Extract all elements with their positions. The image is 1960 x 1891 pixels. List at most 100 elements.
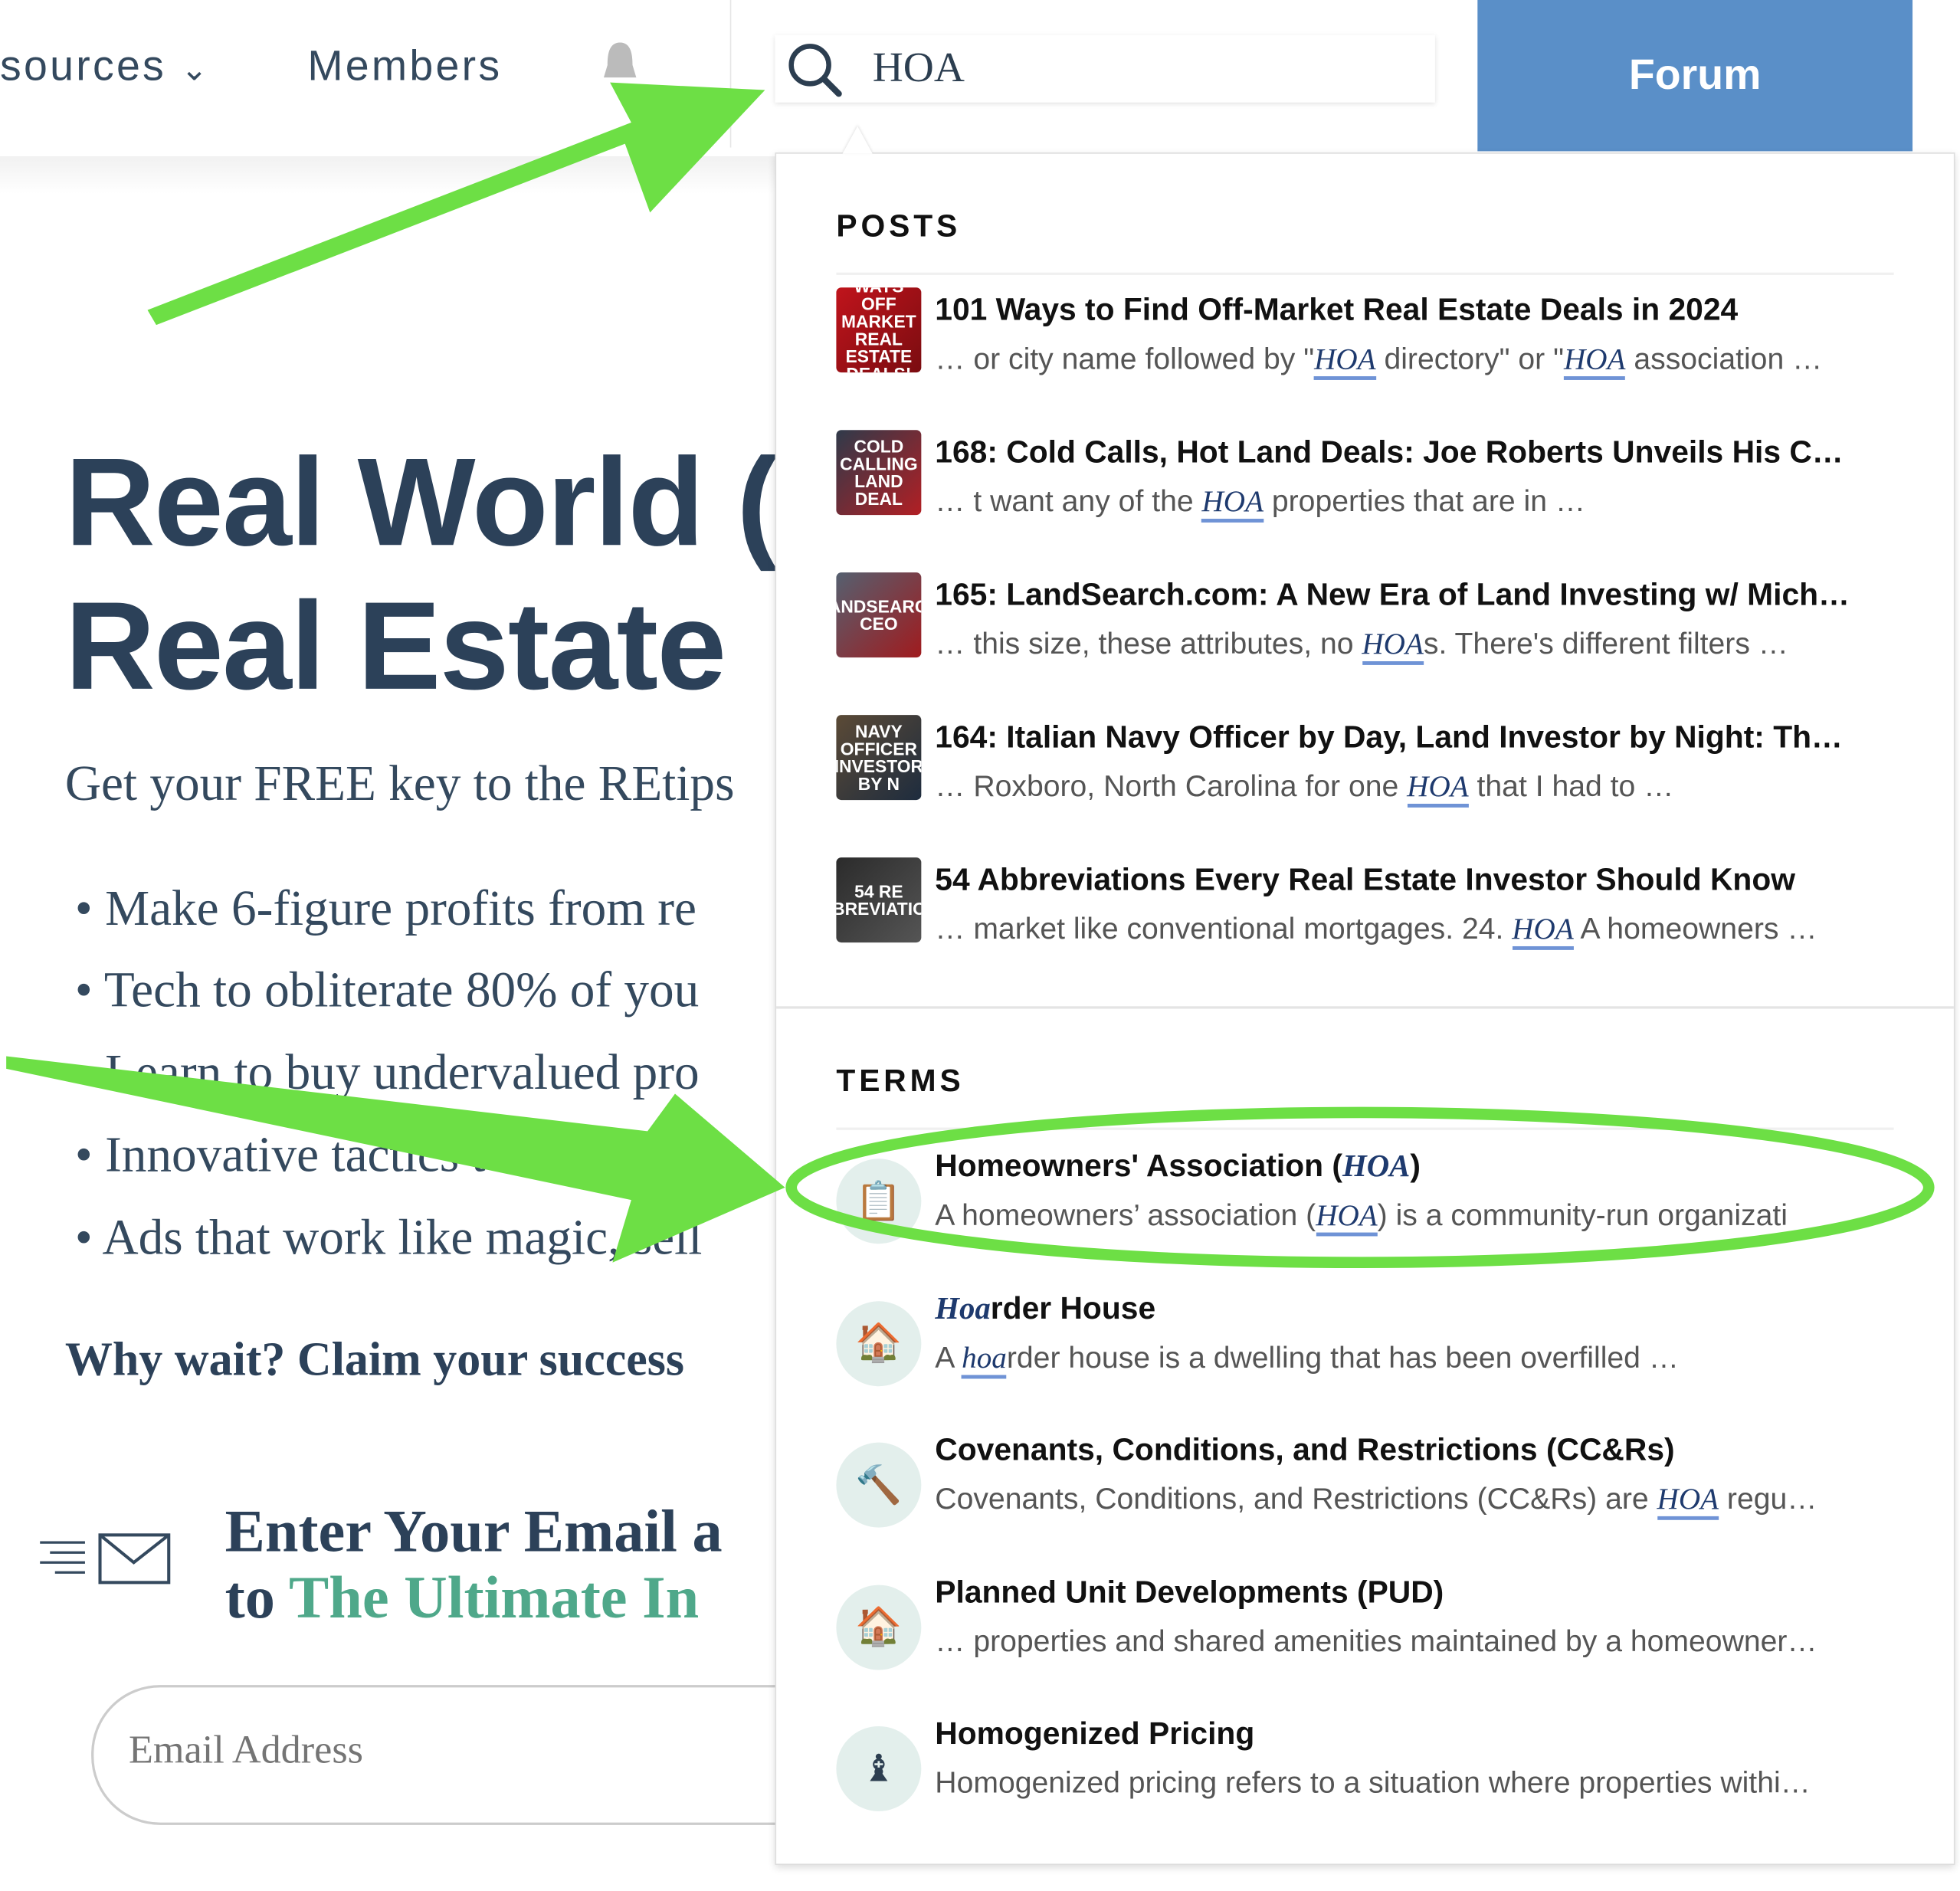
term-snippet: Covenants, Conditions, and Restrictions …: [935, 1482, 1817, 1520]
term-title: Covenants, Conditions, and Restrictions …: [935, 1433, 1674, 1469]
post-title: 54 Abbreviations Every Real Estate Inves…: [935, 862, 1795, 898]
section-separator: [776, 1006, 1954, 1009]
bullet-text: Make 6-figure profits from re: [105, 880, 696, 936]
snippet-text: that I had to …: [1468, 769, 1674, 804]
thumbnail-text: NAVY OFFICER INVESTOR BY N: [836, 721, 922, 794]
post-result[interactable]: COLD CALLING LAND DEAL 168: Cold Calls, …: [836, 430, 1899, 580]
match-highlight: HOA: [1362, 628, 1424, 665]
title-text: ): [1410, 1149, 1421, 1184]
nav-divider: [729, 0, 732, 148]
posts-rule: [836, 272, 1894, 275]
snippet-text: regu…: [1719, 1482, 1817, 1516]
post-result[interactable]: NAVY OFFICER INVESTOR BY N 164: Italian …: [836, 715, 1899, 865]
snippet-text: … this size, these attributes, no: [935, 627, 1362, 662]
nav-resources-label: sources: [0, 42, 167, 90]
cta-accent: The Ultimate In: [289, 1565, 700, 1631]
snippet-text: directory" or ": [1375, 342, 1564, 377]
match-highlight: hoa: [962, 1342, 1007, 1378]
post-title: 101 Ways to Find Off-Market Real Estate …: [935, 292, 1739, 328]
hero-subtitle: Get your FREE key to the REtips: [64, 755, 735, 811]
title-text: Planned Unit Developments (PUD): [935, 1574, 1444, 1610]
snippet-text: ) is a community-run organizati: [1377, 1198, 1788, 1233]
term-title: Homeowners' Association (HOA): [935, 1149, 1421, 1185]
term-result[interactable]: 🏠 Hoarder House A hoarder house is a dwe…: [836, 1290, 1899, 1436]
post-snippet: … Roxboro, North Carolina for one HOA th…: [935, 769, 1674, 808]
bullet-text: Learn to buy undervalued pro: [105, 1044, 700, 1100]
post-title: 168: Cold Calls, Hot Land Deals: Joe Rob…: [935, 434, 1844, 470]
snippet-text: … properties and shared amenities mainta…: [935, 1624, 1817, 1659]
hero-bullet: • Ads that work like magic, sell: [74, 1208, 703, 1265]
term-snippet: … properties and shared amenities mainta…: [935, 1624, 1817, 1660]
post-thumbnail: LANDSEARCH CEO: [836, 572, 922, 658]
thumbnail-text: LANDSEARCH CEO: [836, 596, 921, 634]
dropdown-caret: [842, 126, 873, 154]
post-result[interactable]: WAYS OFF MARKET REAL ESTATE DEALS! 101 W…: [836, 287, 1899, 438]
search-value: HOA: [872, 44, 965, 92]
hero-bullet: • Learn to buy undervalued pro: [74, 1044, 700, 1100]
term-result[interactable]: 🏠 Planned Unit Developments (PUD) … prop…: [836, 1575, 1899, 1719]
snippet-text: … market like conventional mortgages. 24…: [935, 912, 1513, 946]
snippet-text: s. There's different filters …: [1423, 627, 1788, 662]
building-house-icon: 🏠: [836, 1300, 922, 1386]
post-snippet: … this size, these attributes, no HOAs. …: [935, 627, 1788, 665]
forum-button[interactable]: Forum: [1477, 0, 1913, 152]
building-house-icon: 🏠: [836, 1584, 922, 1670]
hero-title-line1: Real World (: [64, 432, 778, 573]
hero-bullet: • Make 6-figure profits from re: [74, 880, 696, 936]
nav-members[interactable]: Members: [307, 42, 502, 91]
snippet-text: A homeowners …: [1573, 912, 1817, 946]
post-thumbnail: WAYS OFF MARKET REAL ESTATE DEALS!: [836, 287, 922, 373]
match-highlight: HOA: [1407, 771, 1469, 808]
match-highlight: HOA: [1314, 343, 1376, 380]
chess-chart-icon: ♝: [836, 1725, 922, 1811]
email-input[interactable]: [126, 1725, 756, 1774]
term-title: Planned Unit Developments (PUD): [935, 1575, 1444, 1611]
match-highlight: HOA: [1201, 486, 1264, 523]
post-snippet: … t want any of the HOA properties that …: [935, 484, 1586, 523]
search-input[interactable]: HOA: [775, 34, 1435, 103]
title-text: Homogenized Pricing: [935, 1716, 1255, 1752]
bell-icon[interactable]: [600, 40, 640, 85]
bullet-text: Ads that work like magic, sell: [102, 1208, 703, 1265]
hero-title-line2: Real Estate: [64, 576, 726, 716]
terms-heading: TERMS: [836, 1063, 965, 1100]
bullet-text: Tech to obliterate 80% of you: [103, 961, 700, 1018]
post-title: 165: LandSearch.com: A New Era of Land I…: [935, 577, 1850, 613]
snippet-text: … Roxboro, North Carolina for one: [935, 769, 1408, 804]
term-title: Hoarder House: [935, 1290, 1155, 1326]
hero-bullet: • Tech to obliterate 80% of you: [74, 961, 700, 1018]
title-text: Covenants, Conditions, and Restrictions …: [935, 1432, 1675, 1468]
term-snippet: A hoarder house is a dwelling that has b…: [935, 1340, 1679, 1378]
match-highlight: HOA: [1316, 1200, 1378, 1237]
terms-rule: [836, 1127, 1894, 1130]
match-highlight: HOA: [1657, 1483, 1719, 1520]
snippet-text: Homogenized pricing refers to a situatio…: [935, 1766, 1811, 1801]
term-snippet: Homogenized pricing refers to a situatio…: [935, 1766, 1811, 1801]
nav-resources[interactable]: sources ⌄: [0, 42, 211, 91]
post-snippet: … market like conventional mortgages. 24…: [935, 912, 1817, 950]
post-thumbnail: COLD CALLING LAND DEAL: [836, 430, 922, 516]
title-text: Homeowners' Association (: [935, 1149, 1342, 1184]
cta-prefix: to: [225, 1565, 290, 1631]
search-icon: [788, 44, 842, 97]
chevron-down-icon: ⌄: [180, 50, 211, 88]
match-highlight: HOA: [1342, 1149, 1411, 1184]
post-title: 164: Italian Navy Officer by Day, Land I…: [935, 719, 1843, 755]
term-result[interactable]: 📋 Homeowners' Association (HOA) A homeow…: [836, 1149, 1899, 1293]
snippet-text: A: [935, 1340, 962, 1375]
snippet-text: association …: [1625, 342, 1823, 377]
post-thumbnail: 54 RE ABBREVIATIONS: [836, 857, 922, 943]
page: sources ⌄ Members HOA Forum Real World (…: [0, 0, 1960, 1891]
hero-bullet: • Innovative tactics t: [74, 1126, 486, 1183]
match-highlight: Hoa: [935, 1292, 991, 1326]
post-snippet: … or city name followed by "HOA director…: [935, 342, 1823, 380]
post-result[interactable]: 54 RE ABBREVIATIONS 54 Abbreviations Eve…: [836, 857, 1899, 1008]
post-result[interactable]: LANDSEARCH CEO 165: LandSearch.com: A Ne…: [836, 572, 1899, 723]
checklist-icon: 📋: [836, 1159, 922, 1244]
term-result[interactable]: ♝ Homogenized Pricing Homogenized pricin…: [836, 1716, 1899, 1861]
thumbnail-text: COLD CALLING LAND DEAL: [840, 436, 918, 509]
match-highlight: HOA: [1563, 343, 1626, 380]
snippet-text: properties that are in …: [1263, 484, 1586, 519]
term-result[interactable]: 🔨 Covenants, Conditions, and Restriction…: [836, 1433, 1899, 1578]
search-results-dropdown: POSTS WAYS OFF MARKET REAL ESTATE DEALS!…: [775, 152, 1955, 1866]
